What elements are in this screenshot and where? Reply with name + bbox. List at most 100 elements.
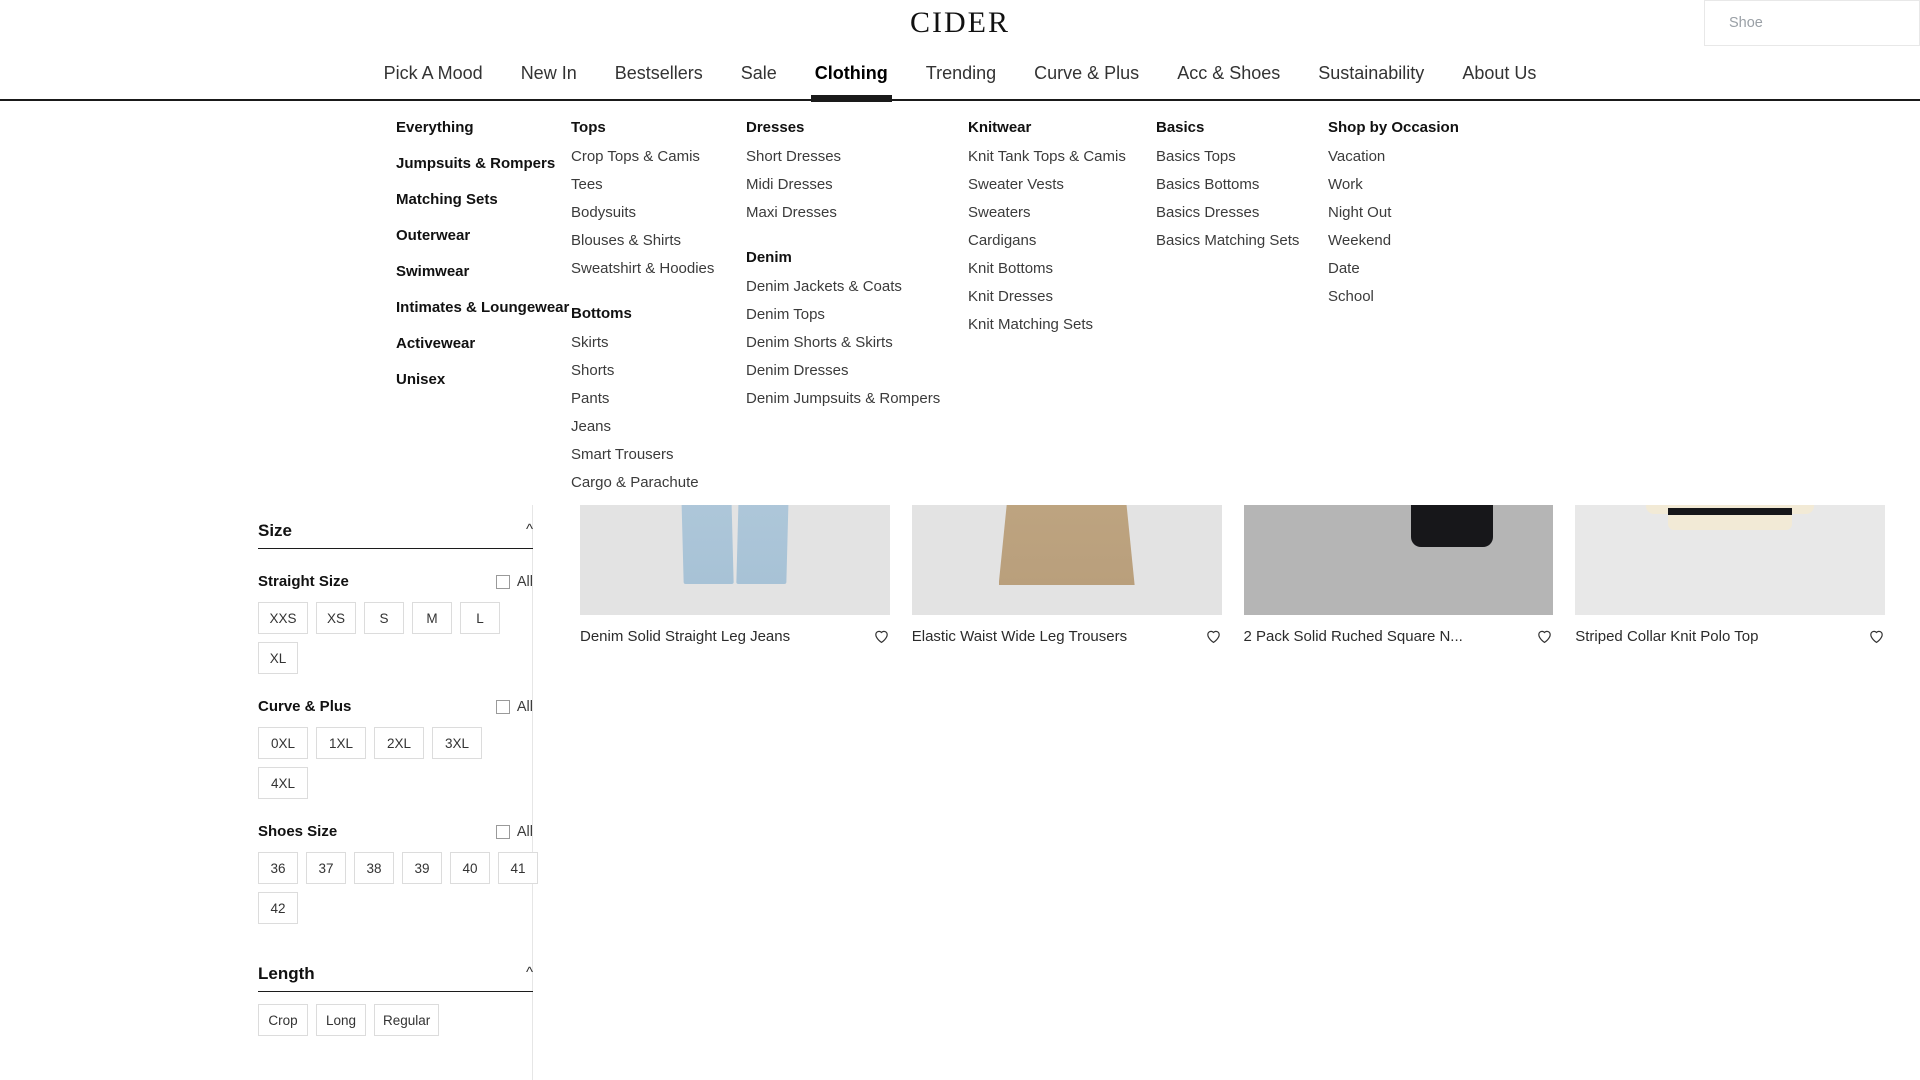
nav-item-acc-shoes[interactable]: Acc & Shoes	[1177, 47, 1280, 100]
chevron-up-icon[interactable]: ^	[526, 964, 533, 981]
mega-menu-link[interactable]: Basics Tops	[1156, 148, 1328, 165]
mega-menu-link[interactable]: Knit Bottoms	[968, 260, 1156, 277]
mega-menu-link[interactable]: Cargo & Parachute	[571, 474, 746, 491]
size-chip[interactable]: 39	[402, 852, 442, 884]
filter-section-size-header[interactable]: Size ^	[258, 521, 533, 549]
search-input[interactable]	[1729, 15, 1919, 31]
product-title[interactable]: Denim Solid Straight Leg Jeans	[580, 628, 790, 646]
size-chip[interactable]: 3XL	[432, 727, 482, 759]
mega-menu-link[interactable]: School	[1328, 288, 1508, 305]
mega-menu-link[interactable]: Basics Bottoms	[1156, 176, 1328, 193]
size-chip[interactable]: 37	[306, 852, 346, 884]
size-chip[interactable]: XS	[316, 602, 356, 634]
mega-menu-link[interactable]: Bodysuits	[571, 204, 746, 221]
filter-all-toggle[interactable]: All	[495, 574, 533, 590]
mega-menu-link[interactable]: Denim Shorts & Skirts	[746, 334, 968, 351]
mega-menu-link[interactable]: Vacation	[1328, 148, 1508, 165]
mega-menu-link[interactable]: Denim Dresses	[746, 362, 968, 379]
product-title[interactable]: 2 Pack Solid Ruched Square N...	[1244, 628, 1463, 646]
size-chip[interactable]: 2XL	[374, 727, 424, 759]
size-chip[interactable]: 36	[258, 852, 298, 884]
size-chip[interactable]: XXS	[258, 602, 308, 634]
mega-menu-link[interactable]: Basics Dresses	[1156, 204, 1328, 221]
mega-menu-link[interactable]: Date	[1328, 260, 1508, 277]
size-chip[interactable]: 1XL	[316, 727, 366, 759]
product-title[interactable]: Elastic Waist Wide Leg Trousers	[912, 628, 1127, 646]
mega-menu-link[interactable]: Blouses & Shirts	[571, 232, 746, 249]
mega-menu-link[interactable]: Denim Jackets & Coats	[746, 278, 968, 295]
search-box[interactable]	[1704, 0, 1920, 46]
product-title[interactable]: Striped Collar Knit Polo Top	[1575, 628, 1758, 646]
checkbox-icon[interactable]	[495, 824, 510, 839]
nav-item-sustainability[interactable]: Sustainability	[1318, 47, 1424, 100]
mega-menu-link[interactable]: Midi Dresses	[746, 176, 968, 193]
mega-menu-link[interactable]: Tees	[571, 176, 746, 193]
size-chip[interactable]: 40	[450, 852, 490, 884]
checkbox-icon[interactable]	[495, 699, 510, 714]
mega-menu-link[interactable]: Cardigans	[968, 232, 1156, 249]
mega-menu-link[interactable]: Unisex	[396, 371, 571, 388]
mega-menu-link[interactable]: Work	[1328, 176, 1508, 193]
mega-menu-link[interactable]: Jeans	[571, 418, 746, 435]
mega-menu-link[interactable]: Activewear	[396, 335, 571, 352]
filter-all-toggle[interactable]: All	[495, 824, 533, 840]
mega-menu-link[interactable]: Basics Matching Sets	[1156, 232, 1328, 249]
chevron-up-icon[interactable]: ^	[526, 521, 533, 538]
mega-heading[interactable]: Shop by Occasion	[1328, 119, 1508, 136]
brand-logo[interactable]: CIDER	[0, 6, 1920, 40]
size-chip[interactable]: 4XL	[258, 767, 308, 799]
mega-menu-link[interactable]: Skirts	[571, 334, 746, 351]
nav-item-bestsellers[interactable]: Bestsellers	[615, 47, 703, 100]
mega-menu-link[interactable]: Denim Jumpsuits & Rompers	[746, 390, 968, 407]
mega-menu-link[interactable]: Matching Sets	[396, 191, 571, 208]
length-chip[interactable]: Regular	[374, 1004, 440, 1036]
mega-menu-link[interactable]: Swimwear	[396, 263, 571, 280]
size-chip[interactable]: 42	[258, 892, 298, 924]
mega-menu-link[interactable]: Sweater Vests	[968, 176, 1156, 193]
mega-menu-link[interactable]: Knit Tank Tops & Camis	[968, 148, 1156, 165]
nav-item-trending[interactable]: Trending	[926, 47, 996, 100]
size-chip[interactable]: L	[460, 602, 500, 634]
mega-heading[interactable]: Knitwear	[968, 119, 1156, 136]
size-chip[interactable]: M	[412, 602, 452, 634]
mega-heading[interactable]: Basics	[1156, 119, 1328, 136]
mega-menu-link[interactable]: Jumpsuits & Rompers	[396, 155, 571, 172]
mega-menu-link[interactable]: Everything	[396, 119, 571, 136]
nav-item-about-us[interactable]: About Us	[1462, 47, 1536, 100]
mega-heading[interactable]: Denim	[746, 249, 968, 266]
nav-item-pick-a-mood[interactable]: Pick A Mood	[384, 47, 483, 100]
size-chip[interactable]: S	[364, 602, 404, 634]
size-chip[interactable]: 0XL	[258, 727, 308, 759]
nav-item-new-in[interactable]: New In	[521, 47, 577, 100]
mega-heading[interactable]: Tops	[571, 119, 746, 136]
nav-item-curve-plus[interactable]: Curve & Plus	[1034, 47, 1139, 100]
mega-heading[interactable]: Dresses	[746, 119, 968, 136]
length-chip[interactable]: Long	[316, 1004, 366, 1036]
mega-menu-link[interactable]: Shorts	[571, 362, 746, 379]
mega-menu-link[interactable]: Denim Tops	[746, 306, 968, 323]
mega-menu-link[interactable]: Maxi Dresses	[746, 204, 968, 221]
heart-icon[interactable]	[1868, 628, 1885, 649]
mega-menu-link[interactable]: Intimates & Loungewear	[396, 299, 571, 316]
mega-menu-link[interactable]: Short Dresses	[746, 148, 968, 165]
mega-menu-link[interactable]: Night Out	[1328, 204, 1508, 221]
mega-heading[interactable]: Bottoms	[571, 305, 746, 322]
mega-menu-link[interactable]: Pants	[571, 390, 746, 407]
size-chip[interactable]: 41	[498, 852, 538, 884]
nav-item-sale[interactable]: Sale	[741, 47, 777, 100]
mega-menu-link[interactable]: Sweatshirt & Hoodies	[571, 260, 746, 277]
mega-menu-link[interactable]: Weekend	[1328, 232, 1508, 249]
length-chip[interactable]: Crop	[258, 1004, 308, 1036]
mega-menu-link[interactable]: Sweaters	[968, 204, 1156, 221]
checkbox-icon[interactable]	[495, 574, 510, 589]
mega-menu-link[interactable]: Crop Tops & Camis	[571, 148, 746, 165]
mega-menu-link[interactable]: Smart Trousers	[571, 446, 746, 463]
heart-icon[interactable]	[873, 628, 890, 649]
nav-item-clothing[interactable]: Clothing	[810, 47, 892, 102]
filter-section-length-header[interactable]: Length ^	[258, 964, 533, 992]
heart-icon[interactable]	[1205, 628, 1222, 649]
filter-all-toggle[interactable]: All	[495, 699, 533, 715]
mega-menu-link[interactable]: Knit Dresses	[968, 288, 1156, 305]
size-chip[interactable]: XL	[258, 642, 298, 674]
mega-menu-link[interactable]: Knit Matching Sets	[968, 316, 1156, 333]
